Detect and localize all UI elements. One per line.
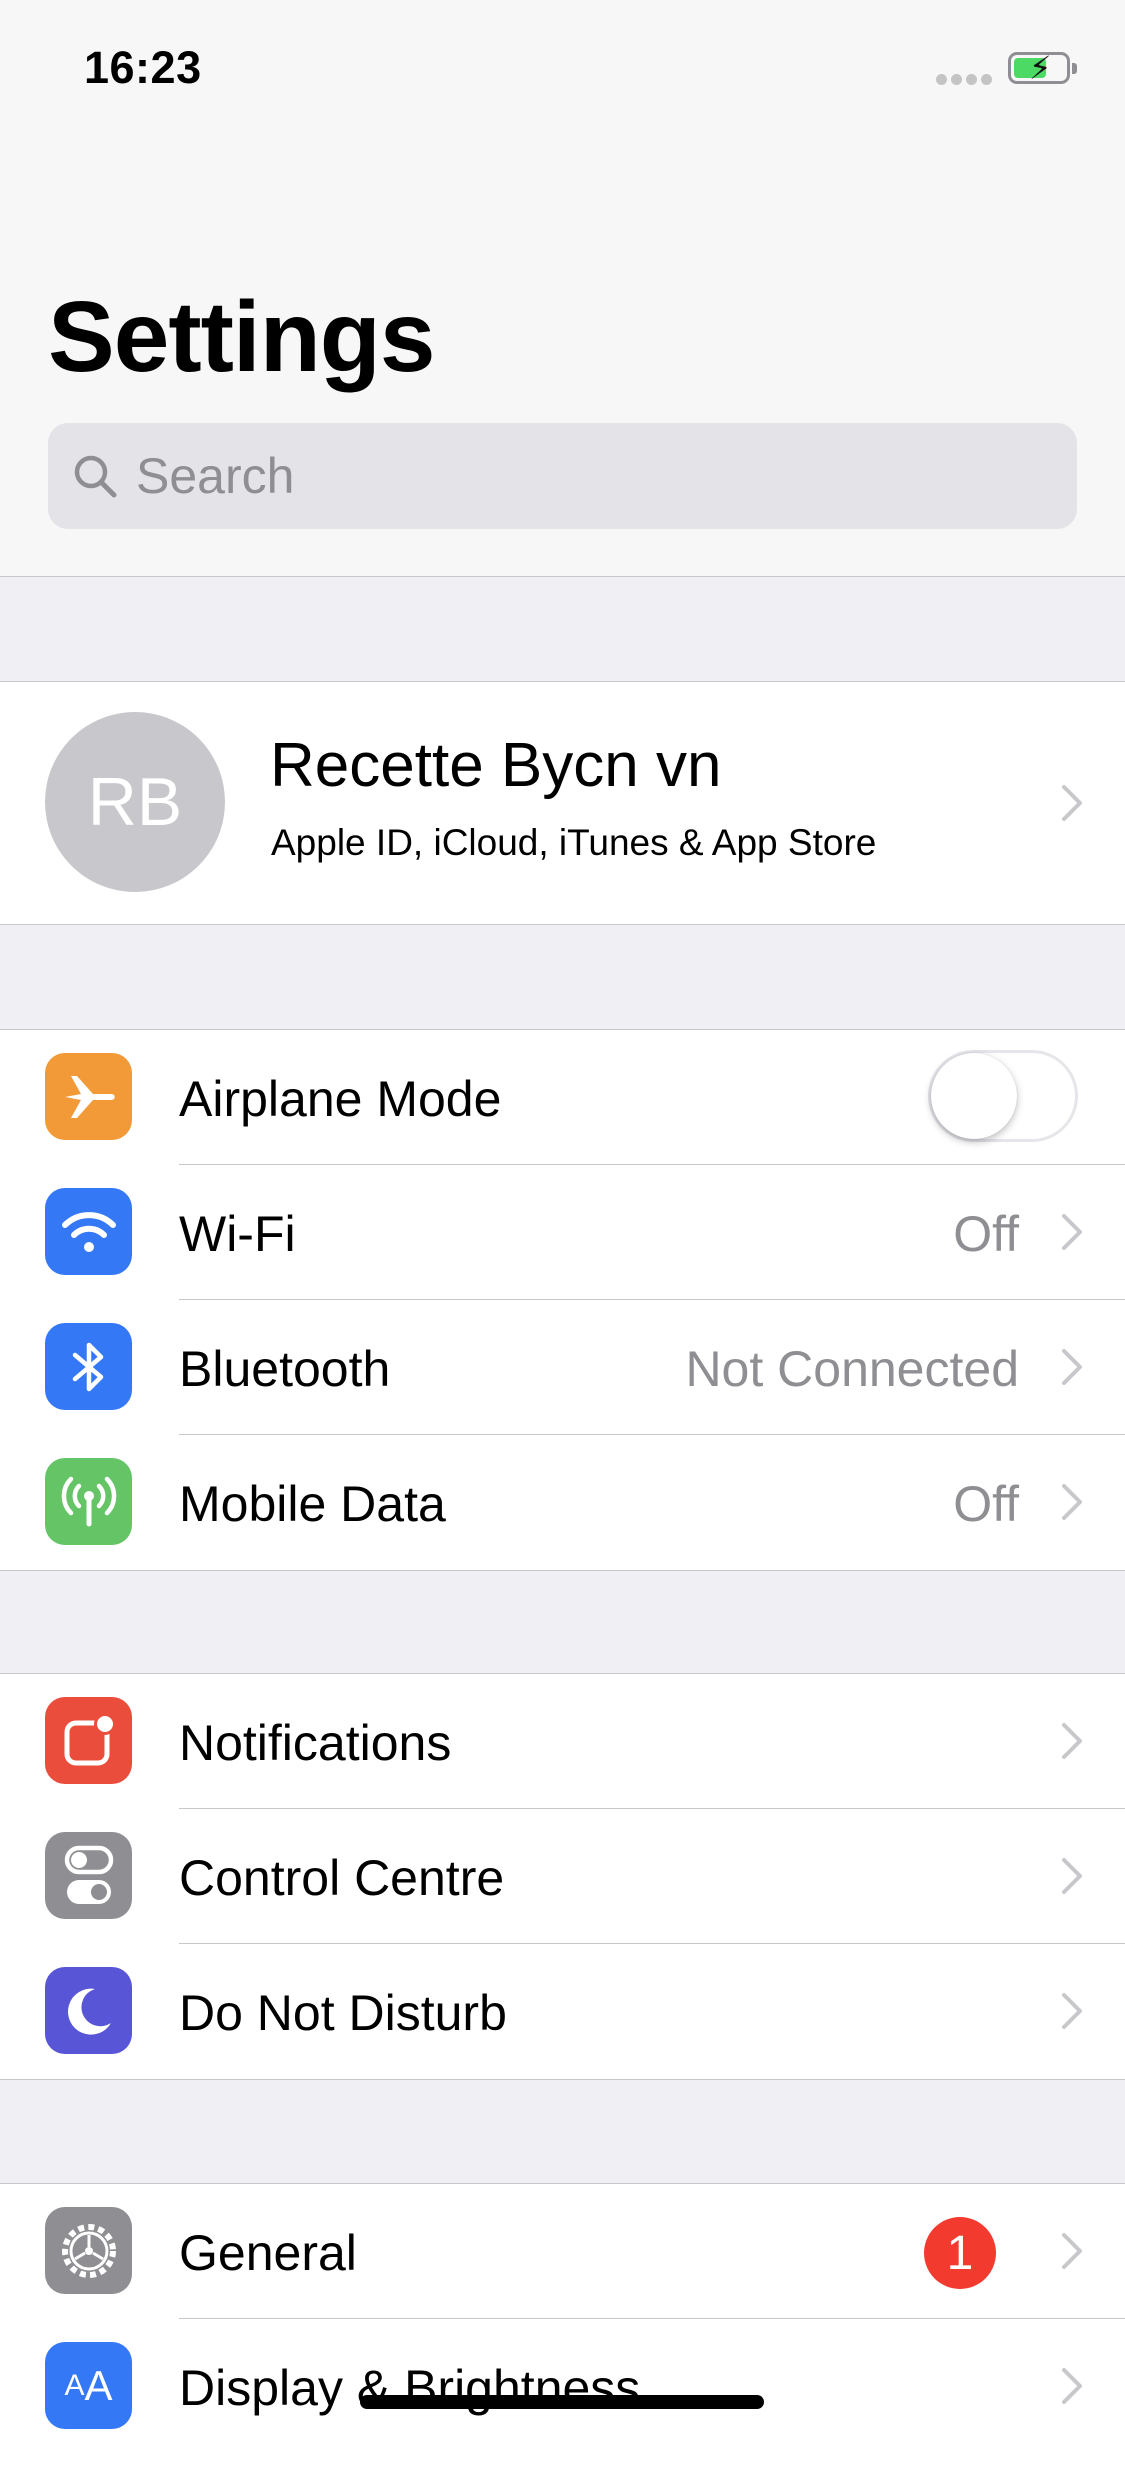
gear-icon — [45, 2207, 132, 2294]
search-input[interactable] — [136, 441, 1036, 511]
control-centre-icon — [45, 1832, 132, 1919]
wifi-label: Wi-Fi — [179, 1206, 296, 1262]
notifications-icon — [45, 1697, 132, 1784]
chevron-right-icon — [1062, 1349, 1082, 1385]
do-not-disturb-row[interactable]: Do Not Disturb — [0, 1944, 1125, 2079]
text-size-icon: AA — [45, 2342, 132, 2429]
header: Settings — [0, 140, 1125, 577]
signal-icon — [936, 74, 992, 86]
wifi-value: Off — [953, 1206, 1019, 1262]
home-indicator[interactable] — [360, 2395, 764, 2409]
text-size-large-a: A — [84, 2361, 113, 2409]
chevron-right-icon — [1062, 1858, 1082, 1894]
wifi-row[interactable]: Wi-Fi Off — [0, 1165, 1125, 1300]
chevron-right-icon — [1062, 1993, 1082, 2029]
search-bar[interactable] — [48, 423, 1077, 529]
chevron-right-icon — [1062, 785, 1082, 821]
wifi-icon — [45, 1188, 132, 1275]
do-not-disturb-label: Do Not Disturb — [179, 1985, 507, 2041]
profile-name: Recette Bycn vn — [270, 731, 722, 800]
chevron-right-icon — [1062, 1484, 1082, 1520]
bluetooth-label: Bluetooth — [179, 1341, 391, 1397]
search-icon — [74, 455, 117, 498]
mobile-data-label: Mobile Data — [179, 1476, 446, 1532]
profile-subtitle: Apple ID, iCloud, iTunes & App Store — [271, 822, 877, 863]
antenna-icon — [45, 1458, 132, 1545]
general-row[interactable]: General 1 — [0, 2184, 1125, 2319]
status-time: 16:23 — [84, 42, 202, 93]
airplane-icon — [45, 1053, 132, 1140]
chevron-right-icon — [1062, 1723, 1082, 1759]
chevron-right-icon — [1062, 2233, 1082, 2269]
control-centre-label: Control Centre — [179, 1850, 505, 1906]
bluetooth-value: Not Connected — [685, 1341, 1019, 1397]
text-size-small-a: A — [64, 2368, 85, 2402]
bluetooth-row[interactable]: Bluetooth Not Connected — [0, 1300, 1125, 1435]
general-group: General 1 AA Display & Brightness — [0, 2183, 1125, 2484]
chevron-right-icon — [1062, 1214, 1082, 1250]
control-centre-row[interactable]: Control Centre — [0, 1809, 1125, 1944]
connectivity-group: Airplane Mode Wi-Fi Off Bluetooth Not Co… — [0, 1029, 1125, 1571]
notification-badge: 1 — [924, 2217, 996, 2289]
airplane-mode-toggle[interactable] — [928, 1050, 1078, 1142]
display-brightness-row[interactable]: AA Display & Brightness — [0, 2319, 1125, 2454]
moon-icon — [45, 1967, 132, 2054]
chevron-right-icon — [1062, 2368, 1082, 2404]
mobile-data-row[interactable]: Mobile Data Off — [0, 1435, 1125, 1570]
mobile-data-value: Off — [953, 1476, 1019, 1532]
status-bar: 16:23 ⚡ — [0, 0, 1125, 140]
notifications-label: Notifications — [179, 1715, 452, 1771]
general-label: General — [179, 2225, 357, 2281]
battery-icon: ⚡ — [1008, 50, 1077, 86]
bluetooth-icon — [45, 1323, 132, 1410]
system-group: Notifications Control Centre Do Not Dist… — [0, 1673, 1125, 2080]
notifications-row[interactable]: Notifications — [0, 1674, 1125, 1809]
airplane-mode-label: Airplane Mode — [179, 1071, 502, 1127]
avatar: RB — [45, 712, 225, 892]
airplane-mode-row: Airplane Mode — [0, 1030, 1125, 1165]
page-title: Settings — [48, 281, 435, 393]
apple-id-row[interactable]: RB Recette Bycn vn Apple ID, iCloud, iTu… — [0, 681, 1125, 925]
